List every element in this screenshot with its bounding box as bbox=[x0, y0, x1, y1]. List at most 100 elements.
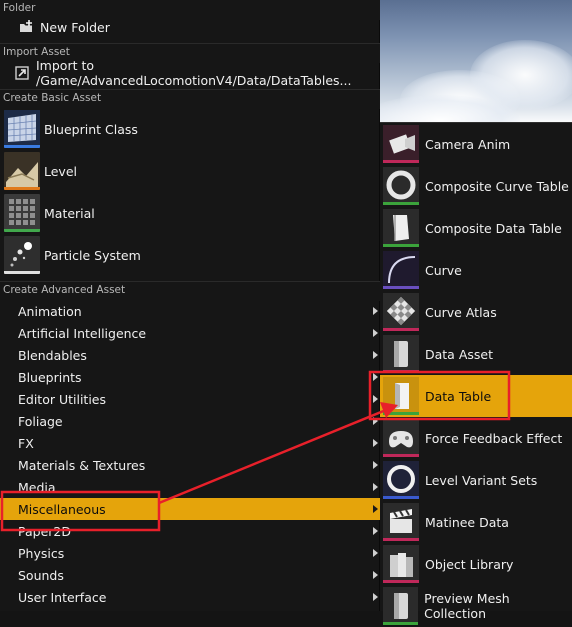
particle-icon bbox=[4, 236, 40, 274]
material-icon bbox=[4, 194, 40, 232]
miscellaneous-submenu: Camera Anim Composite Curve Table Compos… bbox=[380, 122, 572, 625]
submenu-arrow-icon bbox=[373, 505, 378, 513]
data-table-icon bbox=[383, 377, 419, 415]
category-label: FX bbox=[18, 435, 34, 451]
category-user-interface[interactable]: User Interface bbox=[0, 586, 380, 608]
level-variant-sets-icon bbox=[383, 461, 419, 499]
submenu-item-label: Curve Atlas bbox=[425, 304, 497, 320]
submenu-arrow-icon bbox=[373, 373, 378, 381]
level-icon bbox=[4, 152, 40, 190]
category-label: Animation bbox=[18, 303, 82, 319]
particle-system-item[interactable]: Particle System bbox=[0, 234, 380, 276]
submenu-arrow-icon bbox=[373, 549, 378, 557]
submenu-item-camera-anim[interactable]: Camera Anim bbox=[380, 123, 572, 165]
category-label: Blendables bbox=[18, 347, 87, 363]
submenu-item-label: Level Variant Sets bbox=[425, 472, 538, 488]
blueprint-class-item[interactable]: Blueprint Class bbox=[0, 108, 380, 150]
submenu-item-label: Data Asset bbox=[425, 346, 493, 362]
submenu-item-object-library[interactable]: Object Library bbox=[380, 543, 572, 585]
submenu-item-data-asset[interactable]: Data Asset bbox=[380, 333, 572, 375]
category-label: User Interface bbox=[18, 589, 107, 605]
curve-atlas-icon bbox=[383, 293, 419, 331]
category-label: Physics bbox=[18, 545, 65, 561]
object-library-icon bbox=[383, 545, 419, 583]
submenu-item-preview-mesh-collection[interactable]: Preview Mesh Collection bbox=[380, 585, 572, 627]
preview-mesh-collection-icon bbox=[383, 587, 419, 625]
content-browser-add-menu: Folder New Folder Import Asset Import to… bbox=[0, 0, 380, 611]
submenu-arrow-icon bbox=[373, 527, 378, 535]
blueprint-icon bbox=[4, 110, 40, 148]
submenu-item-label: Preview Mesh Collection bbox=[424, 591, 510, 621]
composite-data-table-icon bbox=[383, 209, 419, 247]
submenu-item-label: Composite Data Table bbox=[425, 220, 562, 236]
category-label: Editor Utilities bbox=[18, 391, 107, 407]
submenu-item-label: Object Library bbox=[425, 556, 514, 572]
category-label: Artificial Intelligence bbox=[18, 325, 147, 341]
submenu-item-label: Camera Anim bbox=[425, 136, 511, 152]
category-artificial-intelligence[interactable]: Artificial Intelligence bbox=[0, 322, 380, 344]
submenu-item-label: Force Feedback Effect bbox=[425, 430, 563, 446]
submenu-item-composite-curve-table[interactable]: Composite Curve Table bbox=[380, 165, 572, 207]
category-animation[interactable]: Animation bbox=[0, 300, 380, 322]
level-item[interactable]: Level bbox=[0, 150, 380, 192]
submenu-arrow-icon bbox=[373, 307, 378, 315]
new-folder-item[interactable]: New Folder bbox=[0, 16, 380, 38]
category-label: Sounds bbox=[18, 567, 64, 583]
category-label: Blueprints bbox=[18, 369, 82, 385]
curve-icon bbox=[383, 251, 419, 289]
material-item[interactable]: Material bbox=[0, 192, 380, 234]
category-fx[interactable]: FX bbox=[0, 432, 380, 454]
new-folder-icon bbox=[18, 19, 34, 35]
submenu-item-matinee-data[interactable]: Matinee Data bbox=[380, 501, 572, 543]
submenu-arrow-icon bbox=[373, 483, 378, 491]
category-foliage[interactable]: Foliage bbox=[0, 410, 380, 432]
composite-curve-table-icon bbox=[383, 167, 419, 205]
import-icon bbox=[14, 65, 30, 81]
submenu-item-label: Matinee Data bbox=[425, 514, 509, 530]
level-label: Level bbox=[44, 163, 77, 179]
submenu-item-curve-atlas[interactable]: Curve Atlas bbox=[380, 291, 572, 333]
import-to-label: Import to /Game/AdvancedLocomotionV4/Dat… bbox=[36, 58, 352, 88]
viewport-background bbox=[380, 0, 572, 125]
submenu-item-label: Data Table bbox=[425, 388, 492, 404]
matinee-data-icon bbox=[383, 503, 419, 541]
submenu-arrow-icon bbox=[373, 461, 378, 469]
submenu-arrow-icon bbox=[373, 439, 378, 447]
submenu-item-composite-data-table[interactable]: Composite Data Table bbox=[380, 207, 572, 249]
submenu-item-label: Composite Curve Table bbox=[425, 178, 569, 194]
category-label: Paper2D bbox=[18, 523, 71, 539]
submenu-arrow-icon bbox=[373, 351, 378, 359]
submenu-arrow-icon bbox=[373, 395, 378, 403]
submenu-item-data-table[interactable]: Data Table bbox=[380, 375, 572, 417]
data-asset-icon bbox=[383, 335, 419, 373]
particle-system-label: Particle System bbox=[44, 247, 141, 263]
category-editor-utilities[interactable]: Editor Utilities bbox=[0, 388, 380, 410]
category-paper2d[interactable]: Paper2D bbox=[0, 520, 380, 542]
category-sounds[interactable]: Sounds bbox=[0, 564, 380, 586]
blueprint-class-label: Blueprint Class bbox=[44, 121, 138, 137]
submenu-arrow-icon bbox=[373, 329, 378, 337]
import-to-item[interactable]: Import to /Game/AdvancedLocomotionV4/Dat… bbox=[0, 58, 380, 88]
category-label: Materials & Textures bbox=[18, 457, 146, 473]
category-blendables[interactable]: Blendables bbox=[0, 344, 380, 366]
category-blueprints[interactable]: Blueprints bbox=[0, 366, 380, 388]
submenu-arrow-icon bbox=[373, 417, 378, 425]
submenu-item-label: Curve bbox=[425, 262, 462, 278]
submenu-arrow-icon bbox=[373, 571, 378, 579]
category-label: Foliage bbox=[18, 413, 63, 429]
submenu-item-force-feedback-effect[interactable]: Force Feedback Effect bbox=[380, 417, 572, 459]
category-media[interactable]: Media bbox=[0, 476, 380, 498]
submenu-item-level-variant-sets[interactable]: Level Variant Sets bbox=[380, 459, 572, 501]
category-miscellaneous[interactable]: Miscellaneous bbox=[0, 498, 380, 520]
section-header-basic: Create Basic Asset bbox=[0, 89, 380, 109]
submenu-item-curve[interactable]: Curve bbox=[380, 249, 572, 291]
section-header-advanced: Create Advanced Asset bbox=[0, 281, 380, 301]
submenu-arrow-icon bbox=[373, 593, 378, 601]
category-label: Media bbox=[18, 479, 56, 495]
force-feedback-icon bbox=[383, 419, 419, 457]
category-label: Miscellaneous bbox=[18, 501, 106, 517]
material-label: Material bbox=[44, 205, 95, 221]
category-materials-textures[interactable]: Materials & Textures bbox=[0, 454, 380, 476]
camera-anim-icon bbox=[383, 125, 419, 163]
category-physics[interactable]: Physics bbox=[0, 542, 380, 564]
